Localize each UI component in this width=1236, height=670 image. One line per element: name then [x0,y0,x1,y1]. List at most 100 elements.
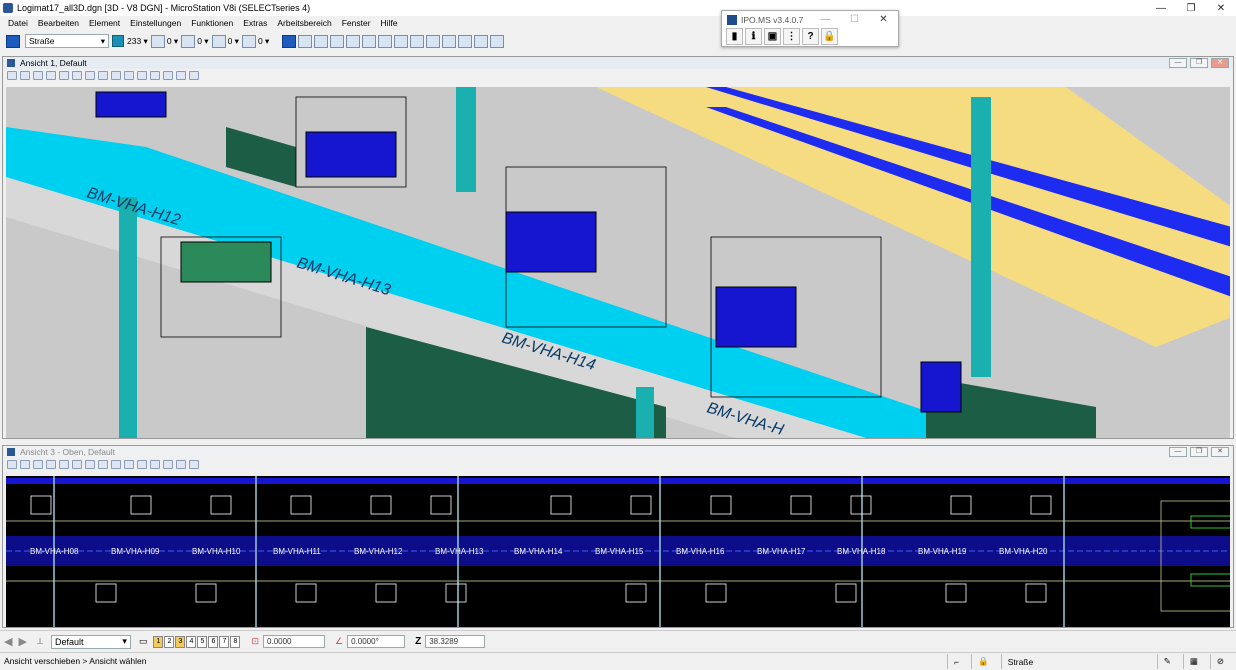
measure-icon[interactable] [394,34,409,48]
copy-view-icon[interactable] [163,71,173,80]
rotate-view-icon[interactable] [111,71,121,80]
back-icon[interactable]: ◀ [4,635,12,648]
menu-element[interactable]: Element [89,18,120,28]
menu-bearbeiten[interactable]: Bearbeiten [38,18,79,28]
view-groups-icon[interactable]: ▭ [139,636,148,647]
ipo-database-icon[interactable]: ▮ [726,28,743,45]
forward-icon[interactable]: ▶ [18,635,26,648]
info-icon[interactable] [426,34,441,48]
z-coordinate-field[interactable]: 38.3289 [425,635,486,648]
ipo-close-button[interactable]: ✕ [869,11,898,28]
raster-icon[interactable] [474,34,489,48]
angle-field[interactable]: 0.0000° [347,635,406,648]
update-view-icon[interactable] [46,460,56,469]
zoom-out-icon[interactable] [72,460,82,469]
color-swatch-icon[interactable] [112,35,124,47]
window-area-icon[interactable] [85,71,95,80]
transparency-icon[interactable] [241,34,256,48]
fit-view-icon[interactable] [98,71,108,80]
snap-mode-cell[interactable]: ⌐ [947,654,965,669]
view-1-close-button[interactable]: ✕ [1211,58,1229,68]
pan-view-icon[interactable] [124,71,134,80]
level-manager-icon[interactable] [6,34,20,48]
view-next-icon[interactable] [150,460,160,469]
copy-view-icon[interactable] [163,460,173,469]
view-toggle-7[interactable]: 7 [219,635,230,648]
view-1-canvas[interactable]: BM-VHA-H12 BM-VHA-H13 BM-VHA-H14 BM-VHA-… [6,87,1230,438]
group-icon[interactable] [346,34,361,48]
menu-arbeitsbereich[interactable]: Arbeitsbereich [277,18,331,28]
ipo-form-icon[interactable]: ▣ [764,28,781,45]
no-entry-icon[interactable] [490,34,505,48]
view-toggle-4[interactable]: 4 [186,635,197,648]
update-view-icon[interactable] [46,71,56,80]
pan-view-icon[interactable] [124,460,134,469]
view-group-combo[interactable]: Default ▾ [50,634,131,649]
angle-icon[interactable]: ∠ [335,636,343,647]
camera-icon[interactable] [189,460,199,469]
menu-einstellungen[interactable]: Einstellungen [130,18,181,28]
reference-icon[interactable] [458,34,473,48]
view-toggle-5[interactable]: 5 [197,635,208,648]
element-selection-icon[interactable] [282,34,297,48]
fit-view-icon[interactable] [98,460,108,469]
ipo-help-icon[interactable]: ? [802,28,819,45]
line-style-icon[interactable] [150,34,165,48]
view-1-minimize-button[interactable]: — [1169,58,1187,68]
line-weight-icon[interactable] [181,34,196,48]
window-area-icon[interactable] [85,460,95,469]
zoom-in-icon[interactable] [59,460,69,469]
ipo-list-icon[interactable]: ⋮ [783,28,800,45]
class-icon[interactable] [211,34,226,48]
ipo-minimize-button[interactable]: — [811,11,840,28]
maximize-button[interactable]: ❐ [1176,0,1206,16]
lighting-icon[interactable] [33,71,43,80]
view-toggle-1[interactable]: 1 [153,635,164,648]
accudraw-icon[interactable]: ⟂ [37,636,43,647]
view-1-restore-button[interactable]: ❐ [1190,58,1208,68]
change-attributes-icon[interactable] [362,34,377,48]
lighting-icon[interactable] [33,460,43,469]
analyze-icon[interactable] [410,34,425,48]
fence-icon[interactable] [298,34,313,48]
menu-funktionen[interactable]: Funktionen [191,18,233,28]
layers-icon[interactable] [378,34,393,48]
reference-status-icon[interactable]: ▦ [1182,654,1204,669]
close-button[interactable]: ✕ [1206,0,1236,16]
view-toggle-6[interactable]: 6 [208,635,219,648]
view-next-icon[interactable] [150,71,160,80]
ipo-info-icon[interactable]: ℹ [745,28,762,45]
search-icon[interactable] [442,34,457,48]
display-style-icon[interactable] [20,460,30,469]
view-toggle-8[interactable]: 8 [230,635,241,648]
view-3-restore-button[interactable]: ❐ [1190,447,1208,457]
tools-icon[interactable]: ✎ [1156,654,1177,669]
view-previous-icon[interactable] [137,71,147,80]
rotate-view-icon[interactable] [111,460,121,469]
lock-x-icon[interactable]: ⊡ [251,636,259,647]
zoom-in-icon[interactable] [59,71,69,80]
view-attributes-icon[interactable] [7,71,17,80]
menu-hilfe[interactable]: Hilfe [381,18,398,28]
zoom-out-icon[interactable] [72,71,82,80]
clip-volume-icon[interactable] [176,460,186,469]
view-attributes-icon[interactable] [7,460,17,469]
view-3-minimize-button[interactable]: — [1169,447,1187,457]
view-toggle-2[interactable]: 2 [164,635,175,648]
menu-datei[interactable]: Datei [8,18,28,28]
view-3-close-button[interactable]: ✕ [1211,447,1229,457]
manipulate-icon[interactable] [314,34,329,48]
minimize-button[interactable]: — [1146,0,1176,16]
menu-fenster[interactable]: Fenster [342,18,371,28]
camera-icon[interactable] [189,71,199,80]
lock-cell[interactable]: 🔒 [971,654,995,669]
level-combo[interactable]: Straße ▾ [25,34,109,48]
view-3-canvas[interactable]: BM-VHA-H08 BM-VHA-H09 BM-VHA-H10 BM-VHA-… [6,476,1230,627]
stop-icon[interactable]: ⊘ [1209,654,1230,669]
display-style-icon[interactable] [20,71,30,80]
modify-icon[interactable] [330,34,345,48]
menu-extras[interactable]: Extras [243,18,267,28]
ipo-lock-icon[interactable]: 🔒 [821,28,838,45]
view-previous-icon[interactable] [137,460,147,469]
x-coordinate-field[interactable]: 0.0000 [263,635,326,648]
